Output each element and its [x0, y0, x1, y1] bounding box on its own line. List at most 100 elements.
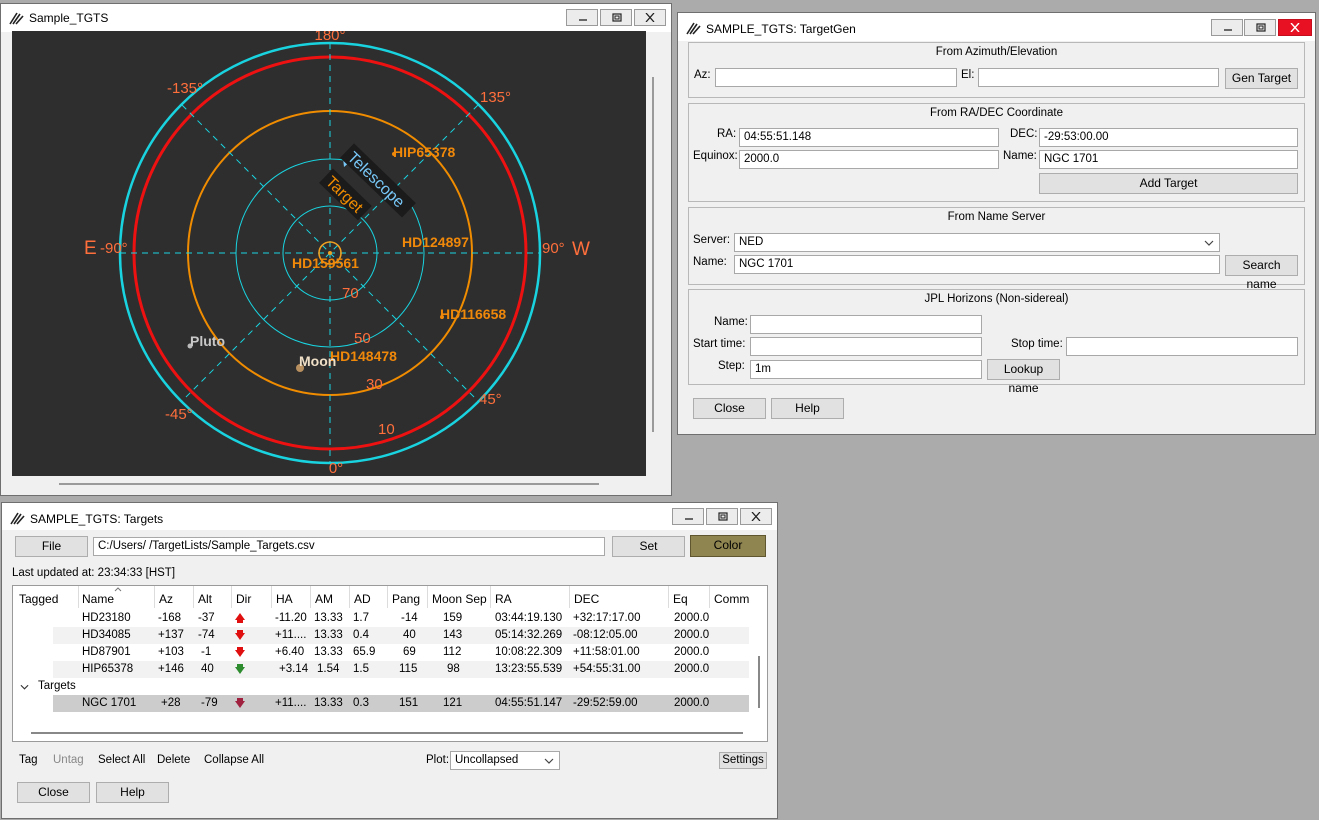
- el-input[interactable]: [978, 68, 1219, 87]
- maximize-button[interactable]: [1244, 19, 1276, 36]
- table-row-selected[interactable]: NGC 1701 +28 -79 +11.... 13.33 0.3 151 1…: [53, 695, 749, 712]
- lookup-name-button[interactable]: Lookup name: [987, 359, 1060, 395]
- search-name-button[interactable]: Search name: [1225, 255, 1298, 291]
- server-select[interactable]: NED: [734, 233, 1220, 252]
- col-eq[interactable]: Eq: [673, 592, 688, 606]
- close-window-button[interactable]: [634, 9, 666, 26]
- group-row-targets[interactable]: Targets: [14, 678, 749, 695]
- stop-time-label: Stop time:: [1011, 338, 1063, 350]
- jpl-name-input[interactable]: [750, 315, 982, 334]
- targets-window: SAMPLE_TGTS: Targets File C:/Users/ /Tar…: [1, 502, 778, 819]
- cell-moon-sep: 159: [443, 612, 463, 624]
- targets-help-button[interactable]: Help: [96, 782, 169, 803]
- settings-button[interactable]: Settings: [719, 752, 767, 769]
- plot-select[interactable]: Uncollapsed: [450, 751, 560, 770]
- table-vscrollbar[interactable]: [758, 656, 760, 708]
- col-name[interactable]: Name: [82, 592, 114, 606]
- minimize-button[interactable]: [566, 9, 598, 26]
- table-row[interactable]: HIP65378 +146 40 +3.14 1.54 1.5 115 98 1…: [53, 661, 749, 678]
- delete-link[interactable]: Delete: [157, 754, 190, 766]
- minimize-button[interactable]: [672, 508, 704, 525]
- az-input[interactable]: [715, 68, 957, 87]
- col-moon-sep[interactable]: Moon Sep: [432, 592, 487, 606]
- tag-link[interactable]: Tag: [19, 754, 38, 766]
- nameserver-group-title: From Name Server: [947, 211, 1046, 223]
- radec-group: From RA/DEC Coordinate RA: 04:55:51.148 …: [688, 103, 1305, 202]
- star-label-hd116658: HD116658: [440, 306, 506, 322]
- set-button[interactable]: Set: [612, 536, 685, 557]
- plot-select-value: Uncollapsed: [455, 754, 519, 766]
- cell-pang: 69: [403, 646, 416, 658]
- skymap-canvas[interactable]: Telescope Target 180° 0° -135° 135° -45°…: [12, 31, 646, 476]
- col-dir[interactable]: Dir: [236, 592, 251, 606]
- radec-name-input[interactable]: NGC 1701: [1039, 150, 1298, 169]
- app-logo-icon: [10, 512, 25, 525]
- add-target-button[interactable]: Add Target: [1039, 173, 1298, 194]
- col-tagged[interactable]: Tagged: [19, 592, 58, 606]
- step-input[interactable]: 1m: [750, 360, 982, 379]
- cell-dec: +54:55:31.00: [573, 663, 641, 675]
- table-row[interactable]: HD87901 +103 -1 +6.40 13.33 65.9 69 112 …: [53, 644, 749, 661]
- setting-arrow-icon: [235, 698, 245, 708]
- targetgen-titlebar[interactable]: SAMPLE_TGTS: TargetGen: [678, 13, 1315, 41]
- targetgen-help-button[interactable]: Help: [771, 398, 844, 419]
- az-label-nw: 135°: [480, 89, 511, 106]
- close-window-button[interactable]: [1278, 19, 1312, 36]
- stop-time-input[interactable]: [1066, 337, 1298, 356]
- col-alt[interactable]: Alt: [198, 592, 212, 606]
- az-label-east: -90°: [100, 240, 128, 257]
- cell-dec: +32:17:17.00: [573, 612, 641, 624]
- az-label: Az:: [694, 69, 711, 81]
- select-all-link[interactable]: Select All: [98, 754, 145, 766]
- cell-eq: 2000.0: [674, 629, 710, 641]
- minimize-button[interactable]: [1211, 19, 1243, 36]
- cell-moon-sep: 143: [443, 629, 463, 641]
- ra-input[interactable]: 04:55:51.148: [739, 128, 999, 147]
- start-time-input[interactable]: [750, 337, 982, 356]
- close-icon: [645, 13, 655, 22]
- maximize-button[interactable]: [706, 508, 738, 525]
- el-label: El:: [961, 69, 975, 81]
- table-hscrollbar[interactable]: [31, 732, 743, 734]
- skymap-hscrollbar[interactable]: [59, 483, 599, 485]
- untag-link[interactable]: Untag: [53, 754, 84, 766]
- collapse-all-link[interactable]: Collapse All: [204, 754, 264, 766]
- equinox-input[interactable]: 2000.0: [739, 150, 999, 169]
- table-row[interactable]: HD34085 +137 -74 +11.... 13.33 0.4 40 14…: [53, 627, 749, 644]
- close-window-button[interactable]: [740, 508, 772, 525]
- dec-input[interactable]: -29:53:00.00: [1039, 128, 1298, 147]
- col-az[interactable]: Az: [159, 592, 173, 606]
- targetgen-close-button[interactable]: Close: [693, 398, 766, 419]
- az-label-ne: -135°: [167, 80, 203, 97]
- targets-titlebar[interactable]: SAMPLE_TGTS: Targets: [2, 503, 777, 530]
- cell-am: 13.33: [314, 646, 343, 658]
- file-path-input[interactable]: C:/Users/ /TargetLists/Sample_Targets.cs…: [93, 537, 605, 556]
- targets-close-button[interactable]: Close: [17, 782, 90, 803]
- pluto-label: Pluto: [190, 333, 225, 349]
- last-updated-label: Last updated at: 23:34:33 [HST]: [12, 567, 176, 579]
- el-label-70: 70: [342, 285, 359, 302]
- ns-name-input[interactable]: NGC 1701: [734, 255, 1220, 274]
- col-ha[interactable]: HA: [276, 592, 293, 606]
- col-am[interactable]: AM: [315, 592, 333, 606]
- table-row[interactable]: HD23180 -168 -37 -11.20 13.33 1.7 -14 15…: [53, 610, 749, 627]
- skymap-vscrollbar[interactable]: [652, 77, 654, 432]
- skymap-titlebar[interactable]: Sample_TGTS: [1, 4, 671, 32]
- col-ra[interactable]: RA: [495, 592, 512, 606]
- cell-alt: -79: [201, 697, 218, 709]
- server-select-value: NED: [739, 236, 764, 248]
- cell-ra: 05:14:32.269: [495, 629, 563, 641]
- color-button[interactable]: Color: [690, 535, 766, 557]
- az-label-west: 90°: [542, 240, 565, 257]
- col-comm[interactable]: Comm: [714, 592, 749, 606]
- targets-title: SAMPLE_TGTS: Targets: [30, 512, 164, 526]
- col-dec[interactable]: DEC: [574, 592, 599, 606]
- maximize-button[interactable]: [600, 9, 632, 26]
- restore-icon: [612, 13, 622, 22]
- file-button[interactable]: File: [15, 536, 88, 557]
- gen-target-button[interactable]: Gen Target: [1225, 68, 1298, 89]
- cell-name: HIP65378: [82, 663, 134, 675]
- cell-pang: -14: [401, 612, 418, 624]
- col-ad[interactable]: AD: [354, 592, 371, 606]
- col-pang[interactable]: Pang: [392, 592, 420, 606]
